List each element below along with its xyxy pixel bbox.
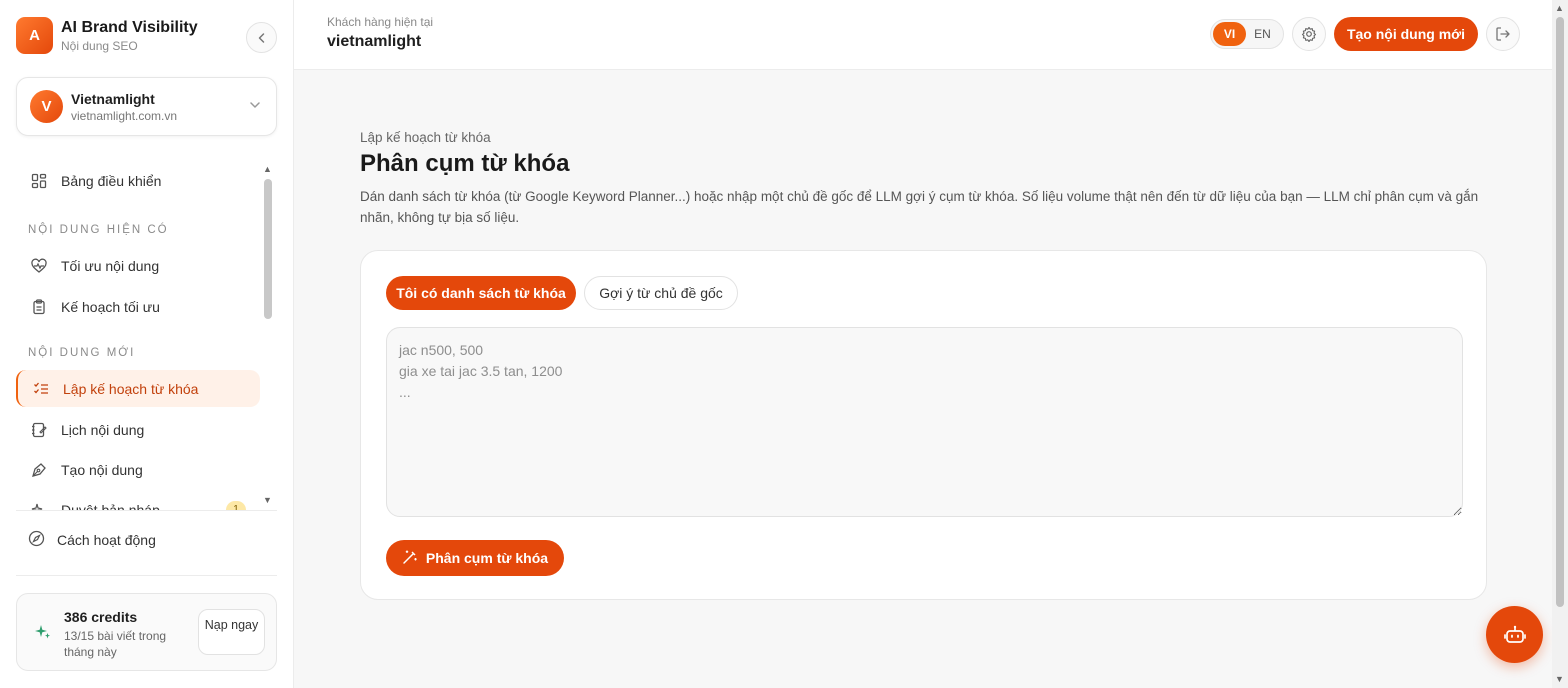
- tab-have-keyword-list[interactable]: Tôi có danh sách từ khóa: [386, 276, 576, 310]
- nav-section-new: NỘI DUNG MỚI: [28, 347, 136, 359]
- brand: A AI Brand Visibility Nội dung SEO: [16, 17, 198, 54]
- chevron-left-icon: [258, 32, 264, 43]
- collapse-sidebar-button[interactable]: [246, 22, 277, 53]
- sidebar-item-review-drafts[interactable]: Duyệt bản nháp 1: [16, 491, 260, 510]
- page-scrollbar-thumb[interactable]: [1556, 17, 1564, 607]
- keyword-cluster-panel: Tôi có danh sách từ khóa Gợi ý từ chủ đề…: [360, 250, 1487, 600]
- client-avatar: V: [30, 90, 63, 123]
- how-it-works-label: Cách hoạt động: [57, 532, 156, 548]
- page-scrollbar[interactable]: ▲ ▼: [1552, 0, 1568, 688]
- page-description: Dán danh sách từ khóa (từ Google Keyword…: [360, 189, 1479, 225]
- sidebar-item-optimize-plan[interactable]: Kế hoạch tối ưu: [16, 288, 260, 325]
- magic-wand-icon: [402, 549, 418, 568]
- notebook-pen-icon: [30, 421, 48, 439]
- sidebar-scroll-up-arrow[interactable]: ▲: [263, 164, 272, 174]
- current-client-label: Khách hàng hiện tại: [327, 15, 434, 29]
- language-switch: VI EN: [1210, 19, 1284, 49]
- sparkles-icon: [30, 501, 48, 510]
- topup-button[interactable]: Nạp ngay: [198, 609, 265, 655]
- clipboard-icon: [30, 298, 48, 316]
- credit-usage: 13/15 bài viết trong tháng này: [64, 629, 167, 659]
- client-selector[interactable]: V Vietnamlight vietnamlight.com.vn: [16, 77, 277, 136]
- compass-icon: [28, 530, 45, 550]
- sidebar-divider: [16, 510, 277, 511]
- scroll-up-arrow[interactable]: ▲: [1555, 3, 1564, 13]
- logout-icon: [1496, 27, 1510, 41]
- sidebar-item-optimize[interactable]: Tối ưu nội dung: [16, 247, 260, 284]
- list-check-icon: [32, 380, 50, 398]
- sidebar-item-create-content[interactable]: Tạo nội dung: [16, 451, 260, 488]
- sidebar-nav: Bảng điều khiển NỘI DUNG HIỆN CÓ Tối ưu …: [16, 160, 262, 510]
- chevron-down-icon: [250, 102, 260, 108]
- sparkles-icon: [35, 625, 50, 639]
- brand-subtitle: Nội dung SEO: [61, 38, 138, 53]
- sidebar-item-label: Duyệt bản nháp: [61, 501, 160, 511]
- dashboard-icon: [30, 172, 48, 190]
- sidebar-item-dashboard[interactable]: Bảng điều khiển: [16, 162, 260, 199]
- sidebar-item-label: Tạo nội dung: [61, 461, 143, 478]
- top-header: Khách hàng hiện tại vietnamlight VI EN T…: [294, 0, 1552, 70]
- credit-amount: 386 credits: [64, 609, 138, 625]
- sidebar-item-label: Lập kế hoạch từ khóa: [63, 380, 199, 397]
- review-count-badge: 1: [226, 500, 246, 510]
- sidebar-item-label: Bảng điều khiển: [61, 172, 162, 189]
- sidebar-scroll-down-arrow[interactable]: ▼: [263, 495, 272, 505]
- settings-button[interactable]: [1292, 17, 1326, 51]
- cluster-button-label: Phân cụm từ khóa: [425, 550, 549, 566]
- client-domain: vietnamlight.com.vn: [71, 108, 178, 123]
- how-it-works-link[interactable]: Cách hoạt động: [28, 530, 156, 550]
- brand-title: AI Brand Visibility: [61, 18, 198, 36]
- brand-logo: A: [16, 17, 53, 54]
- sidebar-item-content-calendar[interactable]: Lịch nội dung: [16, 411, 260, 448]
- sidebar-item-keyword-planning[interactable]: Lập kế hoạch từ khóa: [16, 370, 260, 407]
- sidebar: A AI Brand Visibility Nội dung SEO V Vie…: [0, 0, 294, 688]
- sidebar-divider: [16, 575, 277, 576]
- lang-en-button[interactable]: EN: [1246, 22, 1279, 46]
- gear-icon: [1301, 26, 1317, 42]
- client-name: Vietnamlight: [71, 90, 155, 107]
- sidebar-scrollbar-thumb[interactable]: [264, 179, 272, 319]
- chatbot-button[interactable]: [1486, 606, 1543, 663]
- breadcrumb: Lập kế hoạch từ khóa: [360, 130, 491, 145]
- sidebar-item-label: Lịch nội dung: [61, 421, 145, 438]
- create-content-button[interactable]: Tạo nội dung mới: [1334, 17, 1478, 51]
- heart-pulse-icon: [30, 257, 48, 275]
- keyword-list-input[interactable]: [386, 327, 1463, 517]
- bot-icon: [1503, 625, 1526, 643]
- tab-suggest-from-topic[interactable]: Gợi ý từ chủ đề gốc: [584, 276, 738, 310]
- logout-button[interactable]: [1486, 17, 1520, 51]
- scroll-down-arrow[interactable]: ▼: [1555, 674, 1564, 684]
- page-title: Phân cụm từ khóa: [360, 150, 570, 177]
- credits-card: 386 credits 13/15 bài viết trong tháng n…: [16, 593, 277, 671]
- nav-section-existing: NỘI DUNG HIỆN CÓ: [28, 224, 169, 236]
- sidebar-item-label: Kế hoạch tối ưu: [61, 298, 160, 315]
- lang-vi-button[interactable]: VI: [1213, 22, 1246, 46]
- pen-tool-icon: [30, 461, 48, 479]
- sidebar-item-label: Tối ưu nội dung: [61, 257, 160, 274]
- cluster-keywords-button[interactable]: Phân cụm từ khóa: [386, 540, 564, 576]
- current-client-name: vietnamlight: [327, 33, 422, 50]
